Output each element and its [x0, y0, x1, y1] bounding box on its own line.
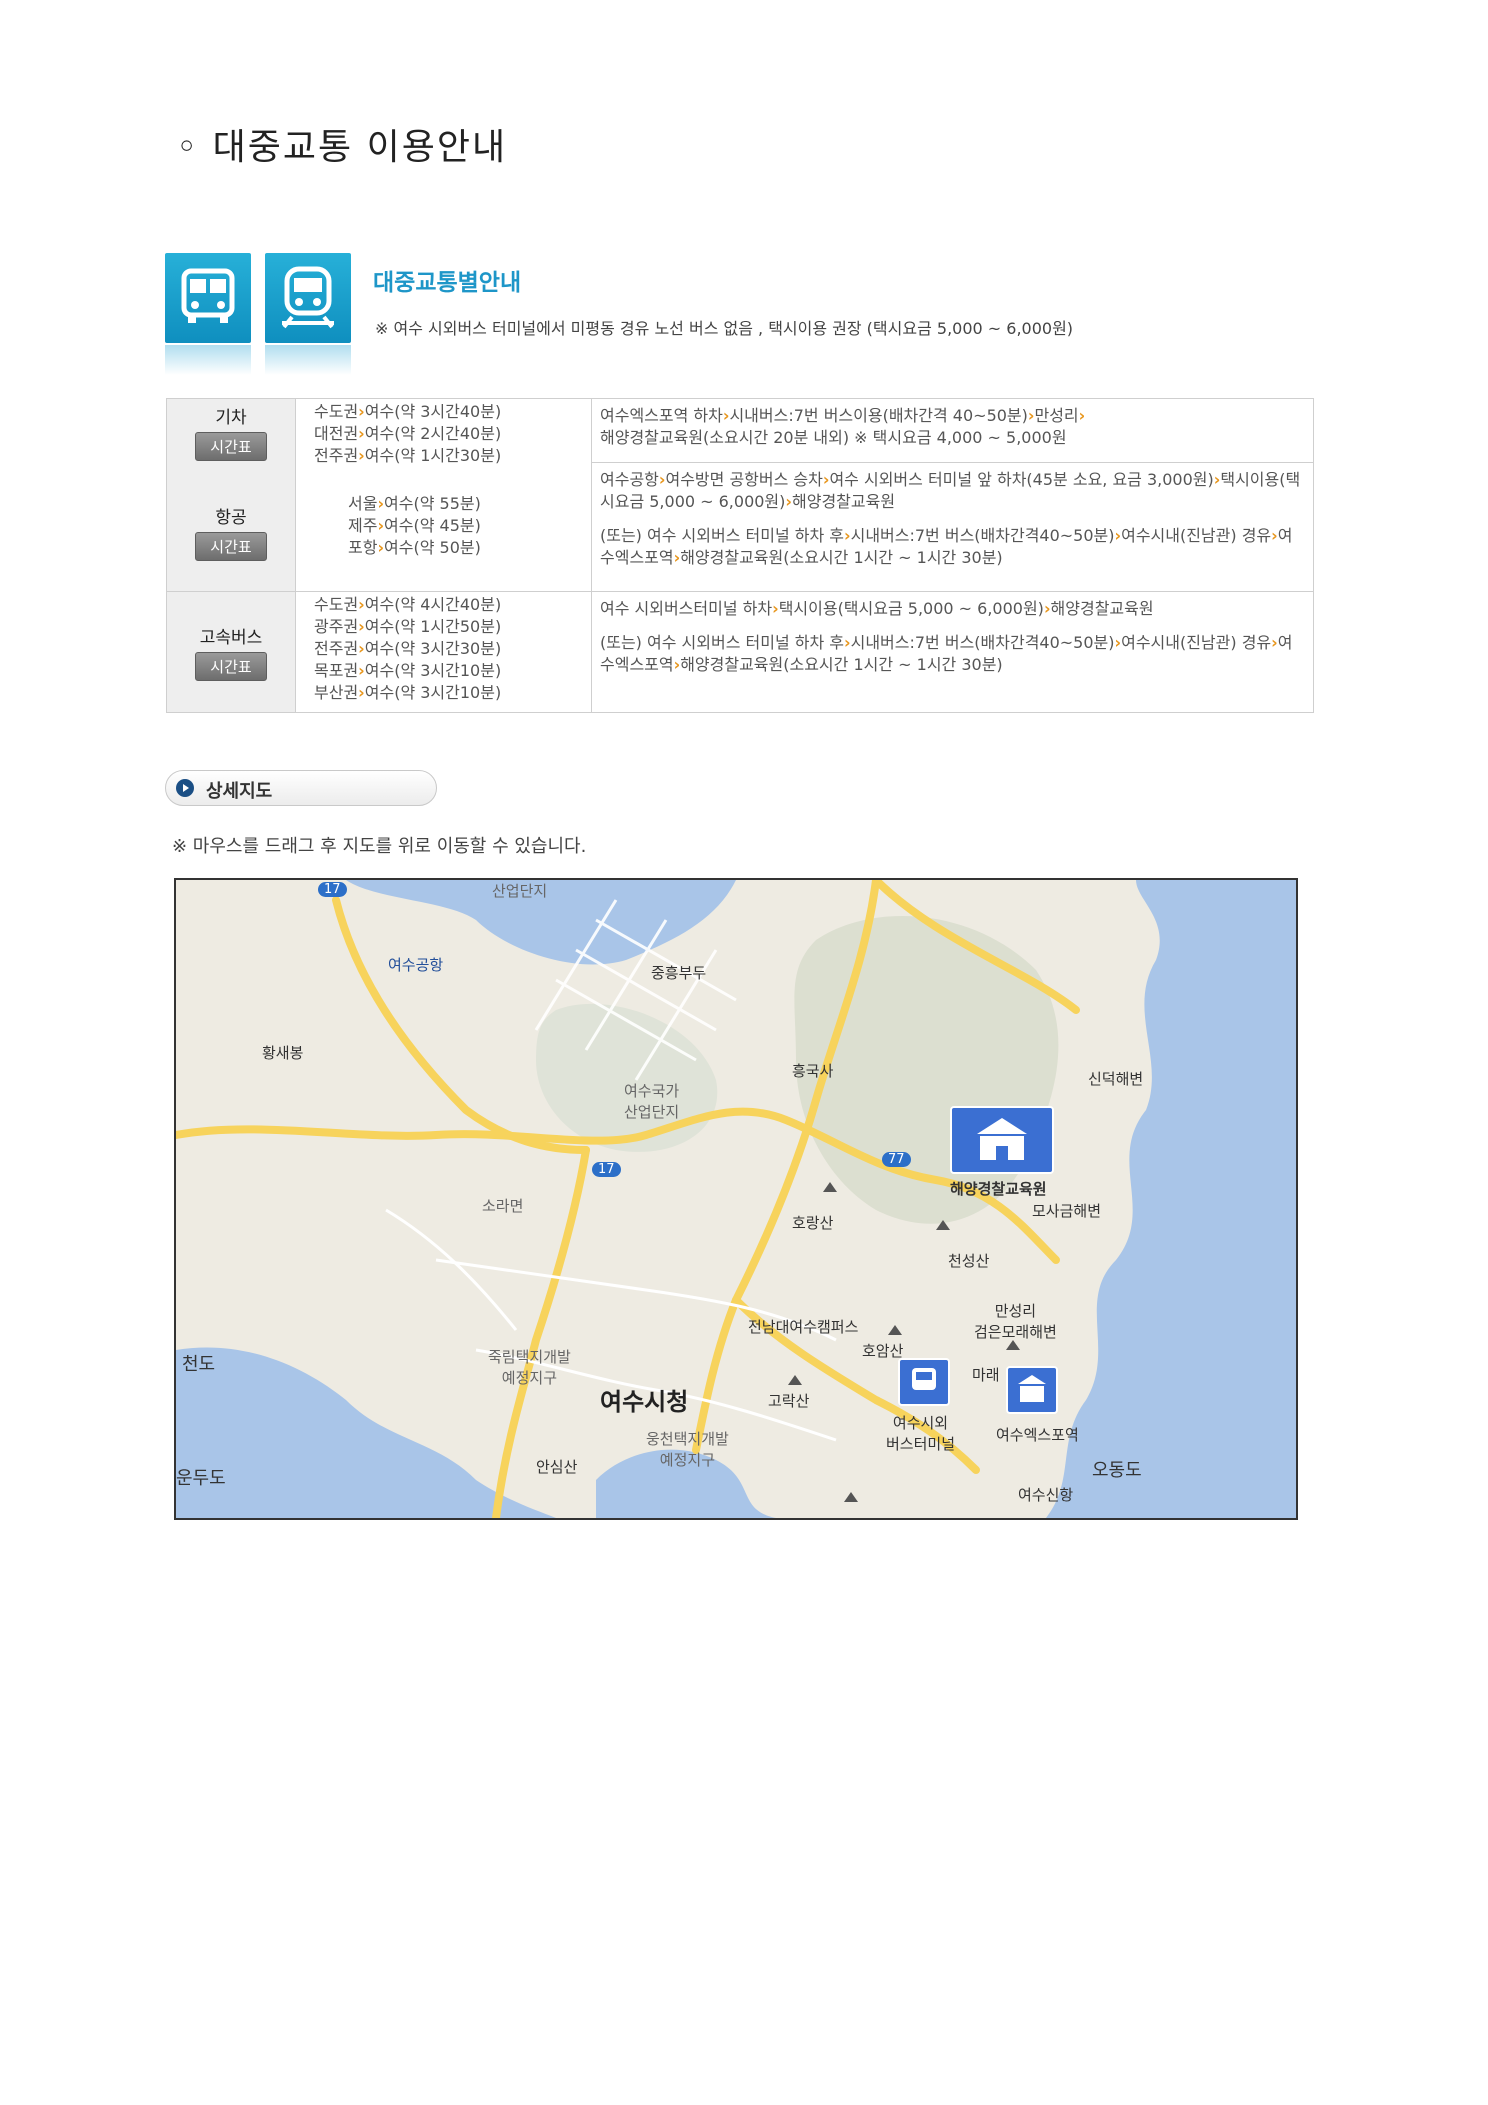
map-label-odongdo: 오동도: [1092, 1460, 1142, 1481]
air-info-1: 여수공항›여수방면 공항버스 승차›여수 시외버스 터미널 앞 하차(45분 소…: [600, 469, 1301, 511]
map-label-jnu: 전남대여수캠퍼스: [748, 1318, 859, 1336]
route-item: 제주›여수(약 45분): [348, 516, 481, 535]
page-title: ◦ 대중교통 이용안내: [176, 127, 508, 168]
route-item: 목포권›여수(약 3시간10분): [314, 661, 502, 680]
map-label-gorak: 고락산: [768, 1392, 810, 1410]
transit-table: 기차 시간표 항공 시간표 수도권›여수(약 3시간40분) 대전권›여수(약 …: [166, 398, 1314, 713]
routes-cell-train-air: 수도권›여수(약 3시간40분) 대전권›여수(약 2시간40분) 전주권›여수…: [295, 398, 592, 592]
play-circle-icon: [176, 779, 194, 797]
mode-cell-bus: 고속버스 시간표: [166, 591, 296, 713]
map-label-terminal: 여수시외 버스터미널: [886, 1414, 956, 1453]
map-label-national-industrial: 여수국가 산업단지: [624, 1082, 680, 1121]
transit-guide-title: 대중교통별안내: [373, 270, 522, 296]
bus-info-cell: 여수 시외버스터미널 하차›택시이용(택시요금 5,000 ~ 6,000원)›…: [591, 591, 1314, 713]
map-label-mosageum: 모사금해변: [1032, 1202, 1102, 1220]
map-label-undudo: 운두도: [176, 1468, 226, 1489]
mode-name-air: 항공: [215, 508, 247, 528]
bus-icon: [165, 253, 251, 375]
map-label-airport: 여수공항: [388, 956, 444, 974]
route-item: 부산권›여수(약 3시간10분): [314, 683, 502, 702]
route-item: 포항›여수(약 50분): [348, 538, 481, 557]
map-label-mare: 마래: [972, 1366, 1000, 1384]
map-label-sinhang: 여수신항: [1018, 1486, 1074, 1504]
map-label-industrial: 산업단지: [492, 882, 548, 900]
route-77-badge: 77: [882, 1152, 911, 1167]
map-label-academy: 해양경찰교육원: [950, 1180, 1047, 1198]
mode-name-train: 기차: [215, 408, 247, 428]
air-info-2: (또는) 여수 시외버스 터미널 하차 후›시내버스:7번 버스(배차간격40~…: [600, 525, 1293, 567]
map-base: [176, 880, 1296, 1518]
map-label-sinduk: 신덕해변: [1088, 1070, 1144, 1088]
map-label-jukrim: 죽림택지개발 예정지구: [488, 1348, 571, 1387]
map-label-hwangsaebong: 황새봉: [262, 1044, 304, 1062]
train-timetable-button[interactable]: 시간표: [195, 432, 267, 461]
detail-map-heading-label: 상세지도: [206, 781, 273, 802]
detail-map[interactable]: 산업단지 여수공항 중흥부두 황새봉 흥국사 신덕해변 여수국가 산업단지 소라…: [174, 878, 1298, 1520]
transit-guide-note: ※ 여수 시외버스 터미널에서 미평동 경유 노선 버스 없음 , 택시이용 권…: [375, 319, 1074, 338]
route-item: 광주권›여수(약 1시간50분): [314, 617, 502, 636]
academy-marker-icon[interactable]: [950, 1106, 1054, 1174]
route-item: 수도권›여수(약 3시간40분): [314, 402, 502, 421]
map-label-cityhall: 여수시청: [600, 1388, 689, 1416]
expo-marker-icon[interactable]: [1006, 1366, 1058, 1414]
map-label-heungguksa: 흥국사: [792, 1062, 834, 1080]
air-info-cell: 여수공항›여수방면 공항버스 승차›여수 시외버스 터미널 앞 하차(45분 소…: [591, 462, 1314, 593]
mode-cell-train-air: 기차 시간표 항공 시간표: [166, 398, 296, 592]
map-label-cheonseongsan: 천성산: [948, 1252, 990, 1270]
terminal-marker-icon[interactable]: [898, 1358, 950, 1406]
map-label-pier: 중흥부두: [651, 964, 707, 982]
route-17-badge: 17: [592, 1162, 621, 1177]
map-label-soramyeon: 소라면: [482, 1197, 524, 1215]
route-item: 수도권›여수(약 4시간40분): [314, 595, 502, 614]
air-timetable-button[interactable]: 시간표: [195, 532, 267, 561]
table-row: 고속버스 시간표 수도권›여수(약 4시간40분) 광주권›여수(약 1시간50…: [166, 591, 1314, 713]
routes-cell-bus: 수도권›여수(약 4시간40분) 광주권›여수(약 1시간50분) 전주권›여수…: [295, 591, 592, 713]
bus-info-2: (또는) 여수 시외버스 터미널 하차 후›시내버스:7번 버스(배차간격40~…: [600, 633, 1293, 674]
train-icon: [265, 253, 351, 375]
detail-map-heading: 상세지도: [165, 770, 437, 806]
table-row: 기차 시간표 항공 시간표 수도권›여수(약 3시간40분) 대전권›여수(약 …: [166, 398, 1314, 592]
route-item: 전주권›여수(약 1시간30분): [314, 446, 502, 465]
map-label-expo: 여수엑스포역: [996, 1426, 1079, 1444]
map-label-horangsan: 호랑산: [792, 1214, 834, 1232]
mode-name-bus: 고속버스: [199, 628, 263, 648]
route-item: 대전권›여수(약 2시간40분): [314, 424, 502, 443]
map-label-manseongri: 만성리 검은모래해변: [974, 1302, 1057, 1341]
route-item: 전주권›여수(약 3시간30분): [314, 639, 502, 658]
transit-guide-header: 대중교통별안내 ※ 여수 시외버스 터미널에서 미평동 경유 노선 버스 없음 …: [165, 253, 1315, 378]
bus-timetable-button[interactable]: 시간표: [195, 652, 267, 681]
train-info-cell: 여수엑스포역 하차›시내버스:7번 버스이용(배차간격 40~50분)›만성리›…: [591, 398, 1314, 463]
map-label-hoamsan: 호암산: [862, 1342, 904, 1360]
route-item: 서울›여수(약 55분): [348, 494, 481, 513]
detail-map-note: ※ 마우스를 드래그 후 지도를 위로 이동할 수 있습니다.: [172, 836, 587, 857]
map-label-ansim: 안심산: [536, 1458, 578, 1476]
route-17-badge: 17: [318, 882, 347, 897]
map-label-ungcheon: 웅천택지개발 예정지구: [646, 1430, 729, 1469]
train-info: 여수엑스포역 하차›시내버스:7번 버스이용(배차간격 40~50분)›만성리›…: [600, 406, 1086, 447]
bus-info-1: 여수 시외버스터미널 하차›택시이용(택시요금 5,000 ~ 6,000원)›…: [600, 599, 1154, 618]
map-label-cheondo: 천도: [182, 1354, 216, 1375]
